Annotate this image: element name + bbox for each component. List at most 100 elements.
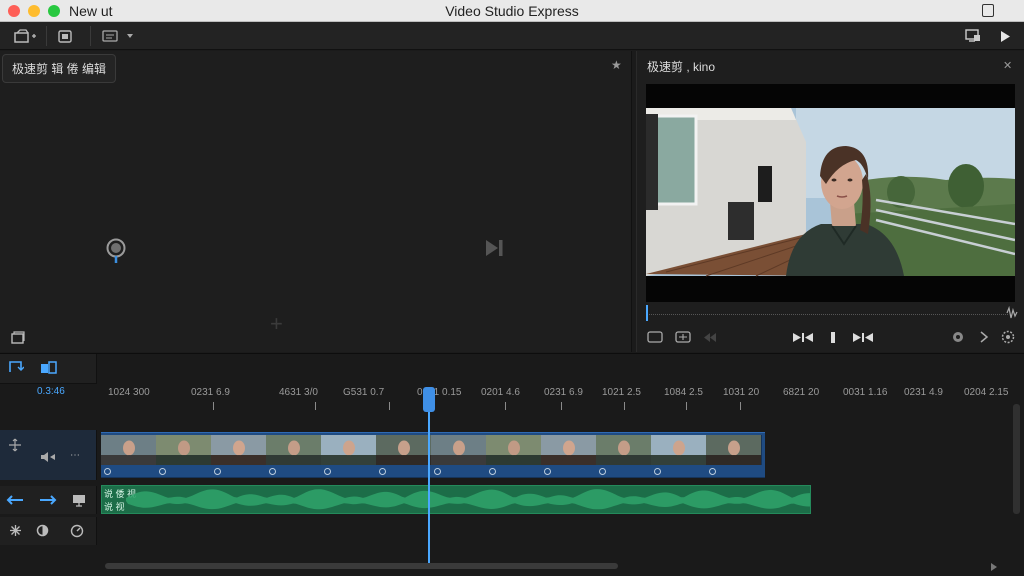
clip-thumbnail bbox=[321, 435, 377, 465]
ruler-tick bbox=[686, 402, 687, 410]
import-media-button[interactable] bbox=[12, 27, 40, 45]
title-bar: New ut Video Studio Express bbox=[0, 0, 1024, 22]
clip-thumbnail bbox=[651, 435, 707, 465]
clip-marker-icon bbox=[599, 468, 606, 475]
timeline-playhead[interactable] bbox=[428, 389, 430, 567]
ruler-label: 0231 4.9 bbox=[904, 387, 943, 398]
aspect-ratio-icon[interactable] bbox=[647, 331, 663, 343]
clip-thumbnail bbox=[486, 435, 542, 465]
add-media-icon[interactable]: + bbox=[270, 311, 283, 337]
undo-arrow-icon[interactable] bbox=[5, 494, 25, 506]
vertical-scrollbar[interactable] bbox=[1013, 404, 1020, 514]
clip-marker-icon bbox=[159, 468, 166, 475]
display-icon bbox=[965, 29, 980, 42]
audio-track-header bbox=[0, 486, 97, 514]
audio-waveform-icon[interactable] bbox=[1005, 305, 1019, 321]
window-title: Video Studio Express bbox=[445, 3, 579, 19]
video-track-header: ⋯ bbox=[0, 430, 97, 480]
zoom-window-button[interactable] bbox=[48, 5, 60, 17]
fullscreen-gear-icon[interactable] bbox=[1001, 330, 1015, 344]
ruler-tick bbox=[624, 402, 625, 410]
horizontal-scrollbar[interactable] bbox=[105, 563, 618, 569]
timeline-tools-header bbox=[0, 354, 97, 384]
next-frame-icon[interactable] bbox=[852, 332, 874, 343]
location-pin-icon bbox=[106, 238, 126, 263]
forward-arrow-icon[interactable] bbox=[38, 494, 58, 506]
close-viewer-icon[interactable]: ✕ bbox=[1003, 59, 1012, 72]
close-window-button[interactable] bbox=[8, 5, 20, 17]
clip-marker-icon bbox=[489, 468, 496, 475]
ruler-tick bbox=[213, 402, 214, 410]
project-name: New ut bbox=[69, 3, 113, 19]
speed-icon[interactable] bbox=[70, 524, 84, 538]
ruler-label: 4631 3/0 bbox=[279, 387, 318, 398]
clip-thumbnail bbox=[706, 435, 762, 465]
viewer-title: 极速剪 , kino bbox=[647, 60, 716, 74]
pause-icon[interactable] bbox=[830, 331, 836, 344]
scrubber-playhead[interactable] bbox=[646, 305, 648, 321]
clip-thumbnail bbox=[266, 435, 322, 465]
rewind-icon[interactable] bbox=[703, 332, 717, 343]
ruler-tick bbox=[389, 402, 390, 410]
timeline-ruler[interactable]: 1024 300 0231 6.9 4631 3/0 G531 0.7 0131… bbox=[99, 385, 1014, 411]
ruler-label: 1021 2.5 bbox=[602, 387, 641, 398]
video-clip[interactable] bbox=[101, 432, 765, 478]
clip-thumbnail bbox=[156, 435, 212, 465]
color-icon[interactable] bbox=[36, 524, 49, 537]
clip-marker-icon bbox=[709, 468, 716, 475]
ruler-label: 1024 300 bbox=[108, 387, 150, 398]
clip-thumbnail bbox=[376, 435, 432, 465]
track-move-icon[interactable] bbox=[8, 438, 22, 452]
titles-icon bbox=[102, 30, 133, 42]
library-button[interactable] bbox=[56, 27, 74, 45]
play-button[interactable] bbox=[996, 27, 1014, 45]
ruler-label: 0031 1.16 bbox=[843, 387, 888, 398]
favorite-icon[interactable]: ★ bbox=[611, 58, 622, 72]
audio-clip[interactable]: 说 倭 视 说 视 bbox=[101, 485, 811, 514]
toolbar-divider bbox=[46, 26, 47, 46]
playhead-handle[interactable] bbox=[423, 387, 435, 412]
clip-marker-icon bbox=[324, 468, 331, 475]
minimize-window-button[interactable] bbox=[28, 5, 40, 17]
skip-forward-icon[interactable] bbox=[484, 239, 504, 257]
track-audio-icon[interactable] bbox=[40, 452, 56, 462]
clip-marker-icon bbox=[104, 468, 111, 475]
window-layout-icon[interactable] bbox=[982, 4, 994, 17]
snapping-icon[interactable] bbox=[8, 360, 24, 374]
clip-marker-icon bbox=[544, 468, 551, 475]
chevron-right-icon[interactable] bbox=[979, 331, 989, 343]
track-more-icon[interactable]: ⋯ bbox=[70, 450, 80, 461]
ruler-label: 0231 6.9 bbox=[544, 387, 583, 398]
settings-gear-icon[interactable] bbox=[951, 330, 965, 344]
browser-panel-label[interactable]: 极速剪 辑 倦 编辑 bbox=[2, 54, 117, 83]
previous-frame-icon[interactable] bbox=[792, 332, 814, 343]
clip-marker-icon bbox=[434, 468, 441, 475]
clip-marker-icon bbox=[214, 468, 221, 475]
safe-zone-icon[interactable] bbox=[675, 330, 691, 344]
toolbar-divider bbox=[90, 26, 91, 46]
clip-thumbnail bbox=[541, 435, 597, 465]
clip-marker-icon bbox=[379, 468, 386, 475]
track-monitor-icon[interactable] bbox=[72, 493, 86, 507]
effects-icon[interactable] bbox=[9, 524, 22, 537]
scroll-right-icon[interactable] bbox=[990, 562, 998, 572]
scrubber-bar[interactable] bbox=[646, 306, 1008, 315]
main-toolbar bbox=[0, 22, 1024, 50]
clip-link-icon[interactable] bbox=[40, 360, 58, 374]
video-preview[interactable] bbox=[646, 84, 1015, 302]
clip-marker-icon bbox=[269, 468, 276, 475]
ruler-label: 0231 6.9 bbox=[191, 387, 230, 398]
ruler-tick bbox=[315, 402, 316, 410]
clip-thumbnail bbox=[101, 435, 157, 465]
ruler-label: 1084 2.5 bbox=[664, 387, 703, 398]
clip-thumbnail bbox=[211, 435, 267, 465]
display-settings-button[interactable] bbox=[962, 27, 984, 45]
audio-clip-sublabel: 说 视 bbox=[104, 502, 125, 512]
titles-menu-button[interactable] bbox=[100, 27, 138, 45]
clip-thumbnail bbox=[431, 435, 487, 465]
audio-waveform bbox=[126, 489, 810, 510]
ruler-tick bbox=[740, 402, 741, 410]
browser-panel: 极速剪 辑 倦 编辑 ★ + bbox=[0, 51, 632, 352]
video-frame bbox=[646, 84, 1015, 302]
folder-icon[interactable] bbox=[11, 331, 25, 344]
